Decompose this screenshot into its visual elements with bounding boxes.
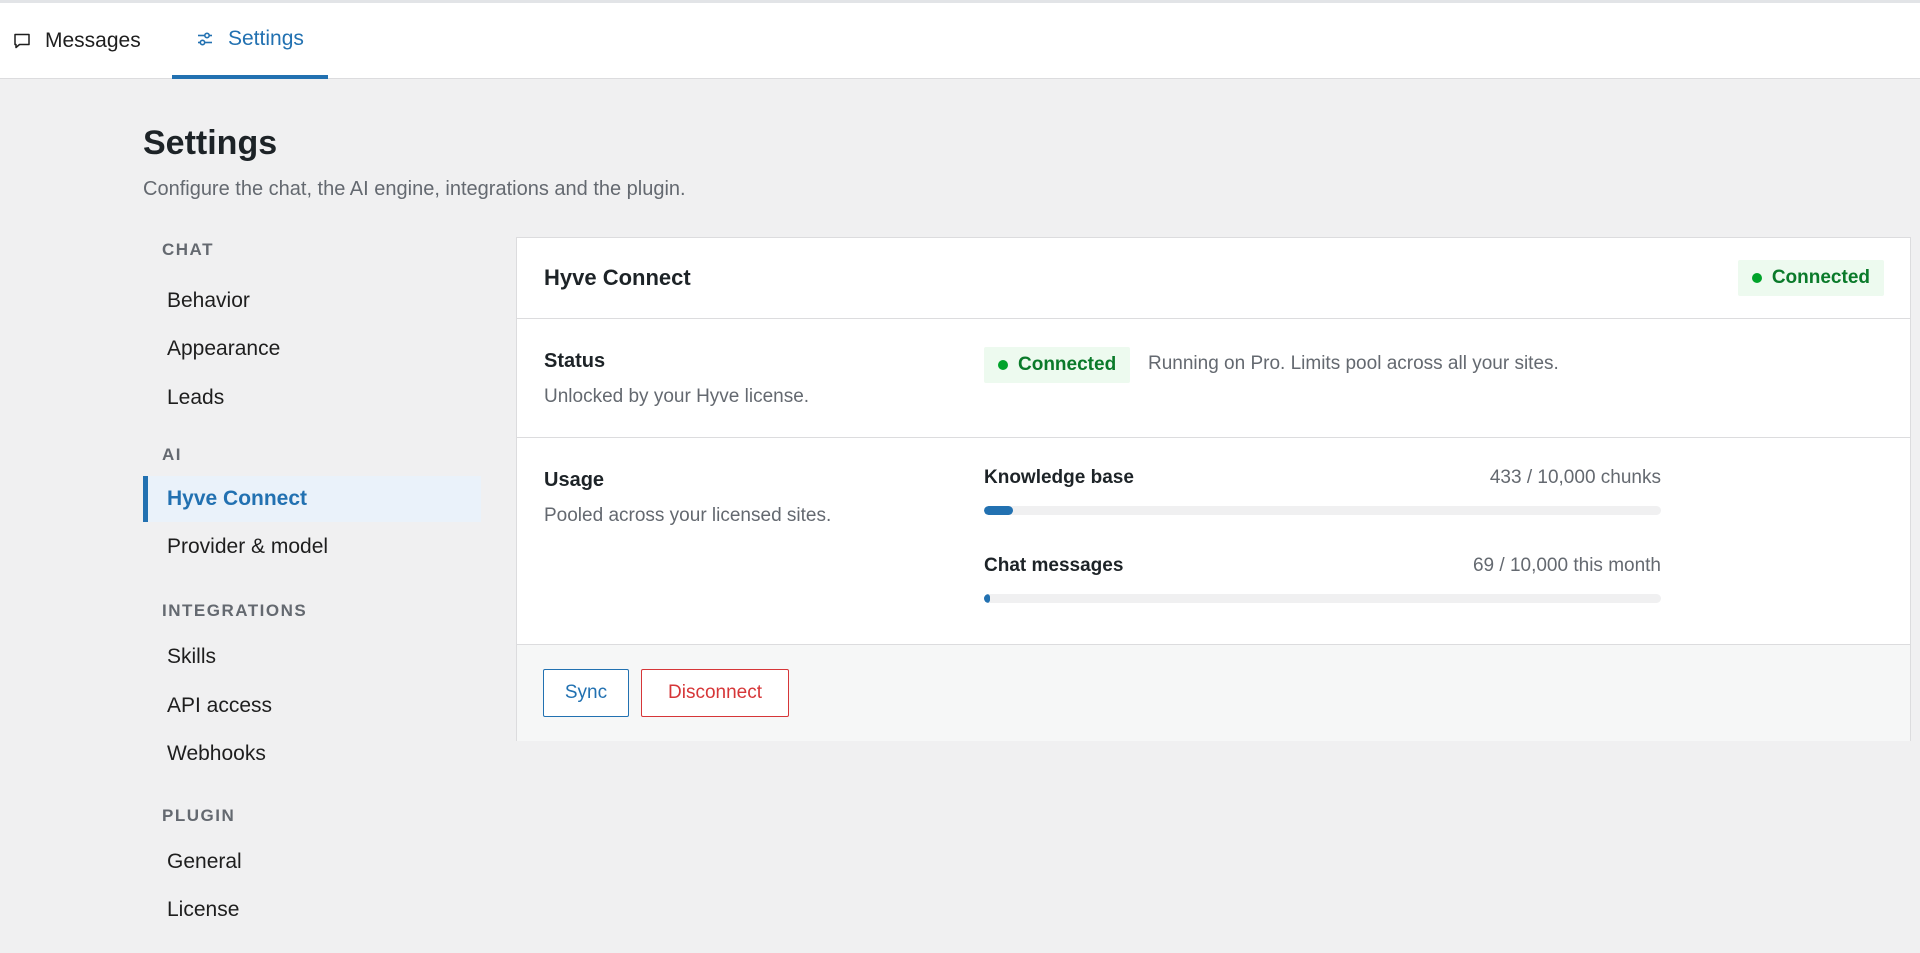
sidebar-item-provider-model[interactable]: Provider & model: [143, 524, 481, 570]
status-dot-icon: [998, 360, 1008, 370]
status-badge-text: Connected: [1018, 354, 1117, 375]
progress-track: [984, 594, 1661, 603]
tab-settings[interactable]: Settings: [172, 3, 328, 79]
status-badge: Connected: [984, 347, 1131, 383]
usage-row: Usage Pooled across your licensed sites.…: [517, 438, 1910, 645]
progress-fill: [984, 594, 990, 603]
sidebar-item-leads[interactable]: Leads: [143, 375, 481, 421]
status-dot-icon: [1751, 273, 1762, 283]
tab-messages[interactable]: Messages: [13, 3, 141, 79]
status-description: Unlocked by your Hyve license.: [544, 386, 810, 407]
usage-description: Pooled across your licensed sites.: [544, 505, 832, 526]
sidebar-item-general[interactable]: General: [143, 839, 481, 885]
connection-status-badge: Connected: [1737, 260, 1884, 296]
connection-status-text: Connected: [1771, 267, 1870, 288]
meter-value: 69 / 10,000 this month: [1472, 555, 1661, 576]
top-tab-bar: Messages Settings: [0, 0, 1920, 79]
page-title: Settings: [143, 124, 278, 162]
disconnect-button[interactable]: Disconnect: [641, 669, 789, 717]
status-row: Status Unlocked by your Hyve license. Co…: [517, 319, 1910, 438]
page-description: Configure the chat, the AI engine, integ…: [143, 178, 686, 200]
sidebar-section-plugin: PLUGIN: [162, 806, 236, 825]
hyve-connect-card: Hyve Connect Connected Status Unlocked b…: [516, 237, 1911, 741]
sidebar-item-behavior[interactable]: Behavior: [143, 278, 481, 324]
progress-track: [984, 506, 1661, 515]
meter-value: 433 / 10,000 chunks: [1489, 467, 1661, 488]
sidebar-item-api-access[interactable]: API access: [143, 683, 481, 729]
sidebar-item-skills[interactable]: Skills: [143, 634, 481, 680]
card-header: Hyve Connect Connected: [517, 238, 1910, 319]
usage-label: Usage: [544, 469, 605, 491]
sidebar-section-integrations: INTEGRATIONS: [162, 601, 308, 620]
status-label: Status: [544, 350, 606, 372]
sync-button[interactable]: Sync: [543, 669, 629, 717]
sidebar-item-appearance[interactable]: Appearance: [143, 326, 481, 372]
card-footer: Sync Disconnect: [517, 645, 1910, 741]
sidebar-item-license[interactable]: License: [143, 887, 481, 933]
sliders-icon: [196, 30, 214, 48]
progress-fill: [984, 506, 1014, 515]
sidebar-item-webhooks[interactable]: Webhooks: [143, 731, 481, 777]
card-title: Hyve Connect: [544, 265, 691, 290]
tab-messages-label: Messages: [45, 29, 141, 52]
chat-bubble-icon: [13, 32, 31, 50]
meter-name: Knowledge base: [984, 467, 1134, 488]
sidebar-section-ai: AI: [162, 445, 182, 464]
plan-note: Running on Pro. Limits pool across all y…: [1148, 353, 1559, 374]
meter-name: Chat messages: [984, 555, 1124, 576]
tab-settings-label: Settings: [228, 27, 304, 50]
sidebar-item-hyve-connect[interactable]: Hyve Connect: [143, 476, 481, 522]
sidebar-section-chat: CHAT: [162, 240, 214, 259]
